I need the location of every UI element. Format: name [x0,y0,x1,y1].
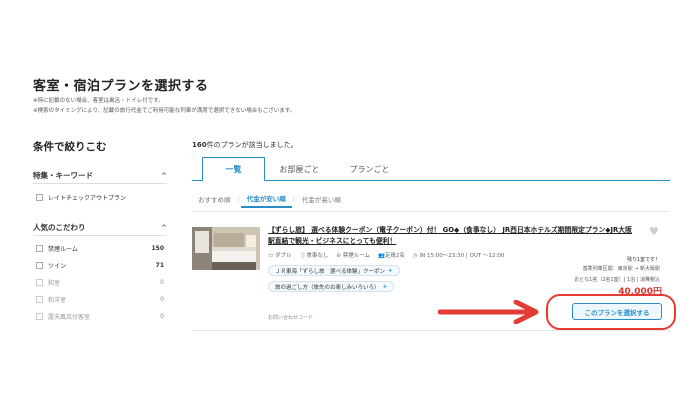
sort-recommended[interactable]: おすすめ順 [192,191,237,207]
plan-count-suffix: 件のプランが該当しました。 [206,141,298,149]
amenity-item: ▭ ダブル [268,253,292,259]
filter-label: 露天風呂付客室 [48,314,91,321]
filter-count: 0 [160,313,164,320]
checkbox[interactable] [36,262,43,269]
divider [192,330,670,331]
bed-icon: ▭ [268,253,275,259]
amenity-item: ⊘ 禁煙ルーム [336,253,371,259]
sort-price-low[interactable]: 代金が安い順 [240,190,292,208]
page-title: 客室・宿泊プランを選択する [33,79,209,94]
filter-label: 和室 [48,280,61,287]
filter-count: 0 [160,279,164,286]
sidebar-title: 条件で絞りこむ [33,141,107,153]
checkbox[interactable] [36,245,43,252]
filter-open-air-bath-room: 露天風呂付客室 0 [36,312,164,321]
note-line: ※特に記載のない場合、客室は風呂・トイレ付です。 [33,98,164,104]
sort-bar: おすすめ順 | 代金が安い順 | 代金が高い順 [192,190,347,208]
section-divider [33,235,167,236]
tab-list[interactable]: 一覧 [202,157,265,182]
filter-non-smoking[interactable]: 禁煙ルーム 150 [36,244,164,253]
plan-title-link[interactable]: 【ずらし旅】 選べる体験クーポン（電子クーポン）付！ GO◆（食事なし） JR西… [268,225,638,246]
plan-count: 160件のプランが該当しました。 [192,140,298,150]
tag-label: ＪＲ東海「ずらし旅 選べる体験」クーポン [275,268,386,275]
checkbox [36,313,43,320]
inquiry-code-label: お問い合わせコード [268,315,314,321]
room-illustration [192,227,260,270]
people-icon: 👥 [378,253,385,259]
fare-note: おとな1名（2名1室）| 1泊 | 消費税込 [574,277,660,283]
availability-text: 残り1室です！ [626,257,660,263]
filter-japanese-western-room: 和洋室 0 [36,295,164,304]
amenity-item: 👥定員2名 [378,253,405,259]
filter-count: 71 [155,262,164,269]
divider [192,211,670,212]
page-notes: ※特に記載のない場合、客室は風呂・トイレ付です。 ※検索のタイミングにより、記載… [33,96,295,116]
plus-icon[interactable]: + [388,268,393,274]
checkbox [36,279,43,286]
highlight-ring [546,294,676,330]
travel-tips-tag[interactable]: 旅の過ごし方（旅先のお楽しみいろいろ） + [268,281,395,292]
hotel-room-photo[interactable] [192,227,260,270]
tab-by-plan[interactable]: プランごと [338,157,401,181]
note-line: ※検索のタイミングにより、記載の旅行代金でご利用可能な列車が満席で選択できない場… [33,108,296,114]
section-title: 人気のこだわり [33,223,86,232]
section-title: 特集・キーワード [33,171,93,180]
amenity-item: 🍴食事なし [299,253,329,259]
plan-amenities: ▭ ダブル 🍴食事なし ⊘ 禁煙ルーム 👥定員2名 ◷ IN 15:00〜23:… [268,251,504,259]
filter-label: 禁煙ルーム [48,246,78,253]
filter-label: ツイン [48,263,67,270]
section-header-keywords[interactable]: 特集・キーワード ^ [33,170,167,181]
tab-by-room[interactable]: お部屋ごと [268,157,331,181]
filter-label: 和洋室 [48,297,67,304]
filter-count: 0 [160,296,164,303]
checkbox[interactable] [36,194,43,201]
filter-twin[interactable]: ツイン 71 [36,261,164,270]
route-text: 基準列車区間：東京駅 → 新大阪駅 [582,266,660,272]
heart-icon[interactable]: ♥ [649,225,659,238]
filter-count: 150 [151,245,164,252]
checkbox [36,296,43,303]
plan-count-number: 160 [192,141,207,149]
plus-icon[interactable]: + [383,284,388,290]
sort-price-high[interactable]: 代金が高い順 [296,191,347,207]
section-header-popular[interactable]: 人気のこだわり ^ [33,222,167,233]
arrow-right-icon [438,300,539,324]
amenity-item: ◷ IN 15:00〜23:30 | OUT 〜12:00 [412,253,505,259]
filter-label: レイトチェックアウトプラン [48,195,127,202]
tag-label: 旅の過ごし方（旅先のお楽しみいろいろ） [275,284,380,291]
chevron-up-icon[interactable]: ^ [161,224,167,232]
view-tabs: 一覧 お部屋ごと プランごと [192,157,670,182]
filter-late-checkout[interactable]: レイトチェックアウトプラン [36,193,164,202]
coupon-tag[interactable]: ＪＲ東海「ずらし旅 選べる体験」クーポン + [268,265,400,276]
chevron-up-icon[interactable]: ^ [161,172,167,180]
section-divider [33,183,167,184]
filter-japanese-room: 和室 0 [36,278,164,287]
